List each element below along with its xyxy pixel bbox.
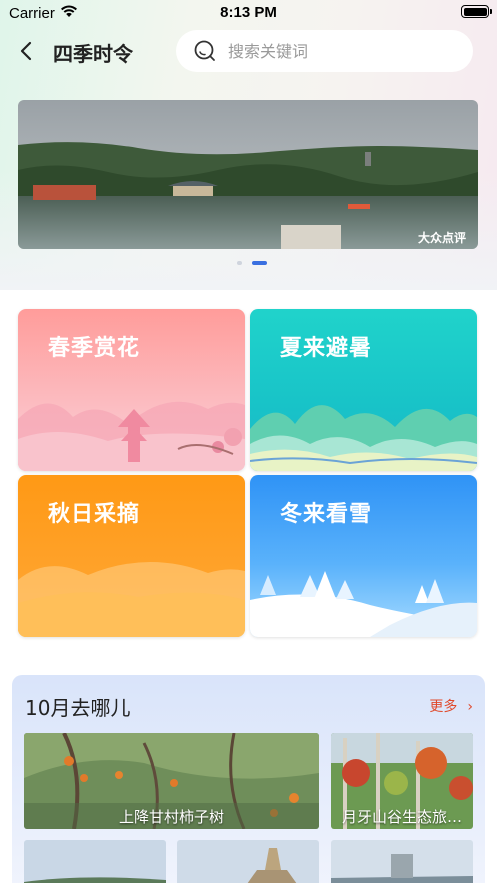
season-label: 秋日采摘 [48, 502, 141, 527]
season-label: 冬来看雪 [280, 502, 373, 527]
place-name: 月牙山谷生态旅… [341, 808, 462, 826]
place-name: 上降甘村柿子树 [118, 808, 224, 826]
search-icon [194, 40, 215, 61]
carousel-dot [237, 261, 242, 265]
status-bar: Carrier 8:13 PM [0, 0, 497, 26]
place-card[interactable]: 月牙山谷生态旅… [331, 733, 473, 829]
nav-bar: 四季时令 [0, 30, 497, 72]
more-label: 更多 [429, 699, 458, 715]
search-input[interactable] [228, 30, 458, 72]
place-image [331, 840, 473, 883]
status-time: 8:13 PM [220, 4, 277, 21]
season-card-winter[interactable]: 冬来看雪 [250, 475, 477, 637]
place-card[interactable] [24, 840, 166, 883]
place-card[interactable] [177, 840, 319, 883]
season-card-spring[interactable]: 春季赏花 [18, 309, 245, 471]
season-label: 春季赏花 [48, 336, 141, 361]
banner-carousel[interactable]: 大众点评 [18, 100, 478, 249]
page-title: 四季时令 [53, 42, 133, 66]
search-bar[interactable] [176, 30, 473, 72]
carousel-indicator [0, 258, 497, 268]
more-link[interactable]: 更多 › [429, 696, 473, 716]
banner-image [18, 100, 478, 249]
carousel-dot-active [252, 261, 267, 265]
monthly-section: 10月去哪儿 更多 › 上降甘村柿子树 月牙山谷生态旅… [12, 675, 485, 883]
section-title: 10月去哪儿 [25, 696, 131, 720]
season-card-autumn[interactable]: 秋日采摘 [18, 475, 245, 637]
place-card[interactable] [331, 840, 473, 883]
battery-icon [461, 5, 492, 18]
banner-watermark: 大众点评 [417, 231, 466, 245]
back-button[interactable] [14, 38, 40, 64]
season-card-summer[interactable]: 夏来避暑 [250, 309, 477, 471]
season-label: 夏来避暑 [280, 336, 373, 361]
place-image [24, 840, 166, 883]
place-card[interactable]: 上降甘村柿子树 [24, 733, 319, 829]
place-image [177, 840, 319, 883]
chevron-right-icon: › [467, 699, 473, 715]
